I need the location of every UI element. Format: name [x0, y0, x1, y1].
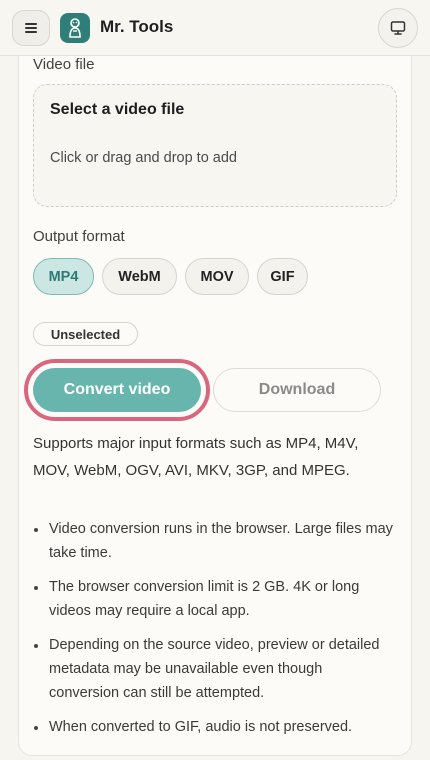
note-item: The browser conversion limit is 2 GB. 4K… [33, 575, 395, 623]
video-file-label: Video file [33, 56, 95, 73]
notes-list: Video conversion runs in the browser. La… [33, 517, 395, 749]
format-option-webm[interactable]: WebM [102, 258, 177, 295]
video-dropzone[interactable]: Select a video file Click or drag and dr… [33, 84, 397, 207]
convert-video-button[interactable]: Convert video [33, 368, 201, 412]
output-format-label: Output format [33, 228, 125, 245]
brand-name[interactable]: Mr. Tools [100, 17, 173, 37]
format-option-mov[interactable]: MOV [185, 258, 249, 295]
download-button[interactable]: Download [213, 368, 381, 412]
note-item: Video conversion runs in the browser. La… [33, 517, 395, 565]
dropzone-hint: Click or drag and drop to add [50, 150, 237, 166]
monitor-icon [390, 21, 406, 35]
dropzone-title: Select a video file [50, 101, 185, 118]
note-item: Depending on the source video, preview o… [33, 633, 395, 705]
display-mode-button[interactable] [378, 8, 418, 48]
mascot-logo-icon[interactable] [60, 13, 90, 43]
hamburger-menu-icon [25, 23, 37, 33]
supported-formats-text: Supports major input formats such as MP4… [33, 435, 359, 479]
format-option-mp4[interactable]: MP4 [33, 258, 94, 295]
format-option-gif[interactable]: GIF [257, 258, 308, 295]
status-badge: Unselected [33, 322, 138, 346]
app-header: Mr. Tools [0, 0, 430, 56]
note-item: When converted to GIF, audio is not pres… [33, 715, 395, 739]
menu-button[interactable] [12, 10, 50, 46]
